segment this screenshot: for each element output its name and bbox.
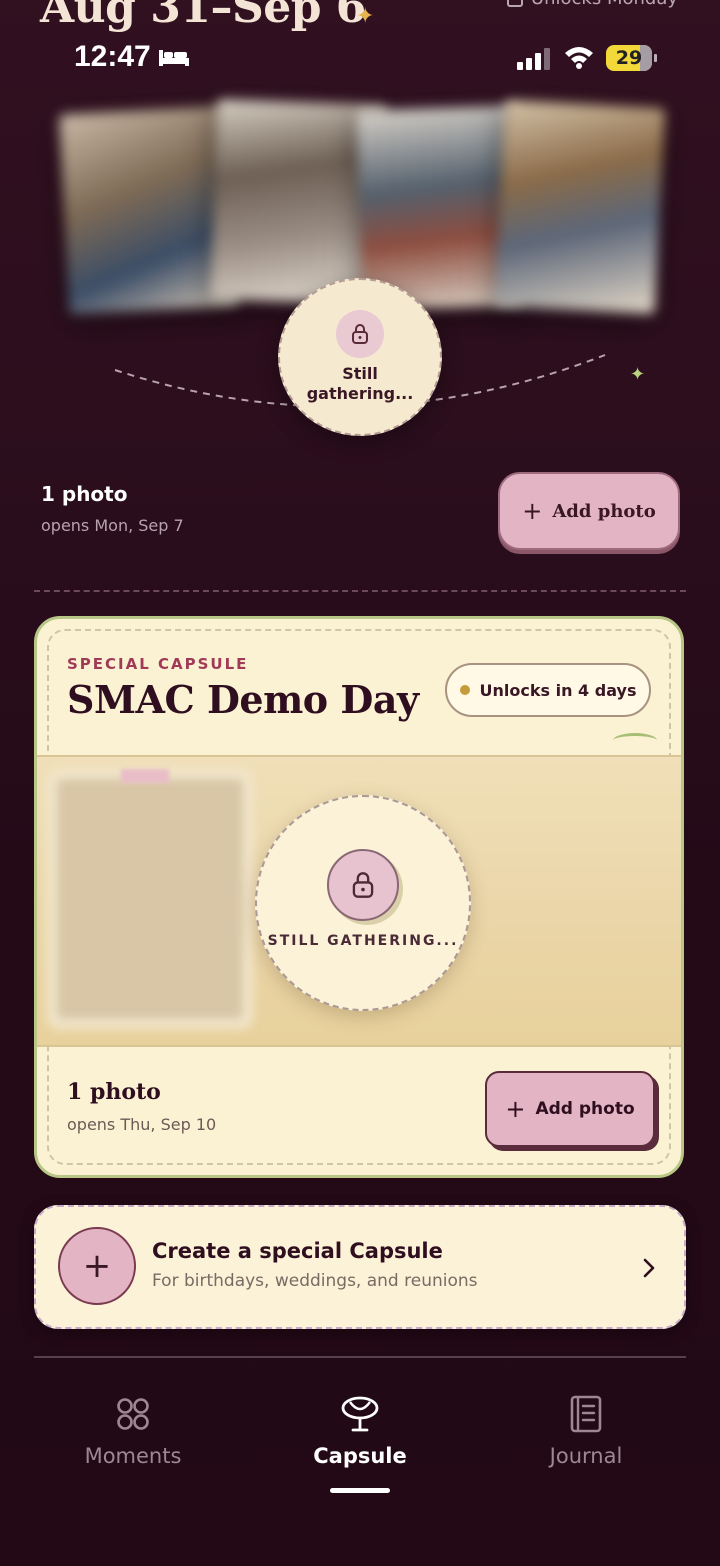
unlocks-top-label: Unlocks Monday (506, 0, 678, 9)
week-title: Aug 31–Sep 6 (40, 0, 366, 33)
special-capsule-card[interactable]: SPECIAL CAPSULE SMAC Demo Day Unlocks in… (34, 616, 684, 1178)
lock-icon (327, 849, 399, 921)
card-title: SMAC Demo Day (67, 677, 419, 722)
add-photo-label: Add photo (552, 500, 656, 522)
tab-label: Moments (84, 1444, 182, 1468)
photo-count: 1 photo (41, 482, 128, 506)
nav-divider (34, 1356, 686, 1358)
sparkle-icon: ✦ (356, 4, 375, 29)
add-photo-button[interactable]: + Add photo (485, 1071, 655, 1147)
add-photo-button[interactable]: + Add photo (498, 472, 680, 550)
journal-icon (570, 1395, 602, 1433)
tab-capsule[interactable]: Capsule (280, 1394, 440, 1468)
plus-icon: + (58, 1227, 136, 1305)
lock-icon (336, 310, 384, 358)
photo-count: 1 photo (67, 1079, 161, 1105)
create-special-capsule-button[interactable]: + Create a special Capsule For birthdays… (34, 1205, 686, 1329)
bed-icon (159, 50, 189, 66)
gathering-text: STILL GATHERING... (267, 933, 459, 949)
chevron-right-icon (643, 1258, 655, 1278)
gathering-text-line1: Still (342, 364, 378, 383)
create-subtitle: For birthdays, weddings, and reunions (152, 1271, 478, 1291)
create-title: Create a special Capsule (152, 1239, 443, 1263)
tab-moments[interactable]: Moments (53, 1394, 213, 1468)
wifi-icon (565, 47, 593, 69)
capsule-icon (341, 1396, 379, 1432)
decorative-arc (613, 733, 657, 748)
add-photo-label: Add photo (535, 1099, 635, 1119)
card-label: SPECIAL CAPSULE (67, 655, 249, 673)
section-divider (34, 590, 686, 592)
lock-icon (506, 0, 523, 7)
gathering-badge: STILL GATHERING... (255, 795, 471, 1011)
gathering-badge: Still gathering... (278, 278, 442, 436)
opens-date: opens Mon, Sep 7 (41, 516, 184, 535)
cell-signal-icon (517, 48, 550, 70)
sparkle-icon: ✦ (630, 364, 646, 385)
blurred-photo (494, 99, 666, 315)
blurred-photo (57, 779, 243, 1019)
plus-icon: + (505, 1095, 526, 1123)
tab-label: Capsule (313, 1444, 407, 1468)
active-tab-indicator (330, 1488, 390, 1493)
plus-icon: + (522, 497, 543, 525)
moments-icon (117, 1398, 149, 1430)
tape-decoration (121, 769, 169, 783)
status-dot (459, 685, 470, 695)
tab-label: Journal (549, 1444, 623, 1468)
status-time: 12:47 (74, 40, 151, 73)
opens-date: opens Thu, Sep 10 (67, 1115, 217, 1134)
battery-indicator: 29 (606, 45, 657, 71)
tab-journal[interactable]: Journal (506, 1394, 666, 1468)
unlock-countdown-pill: Unlocks in 4 days (445, 663, 651, 717)
capsule-photo-area: STILL GATHERING... (37, 755, 681, 1047)
gathering-text-line2: gathering... (306, 384, 414, 403)
